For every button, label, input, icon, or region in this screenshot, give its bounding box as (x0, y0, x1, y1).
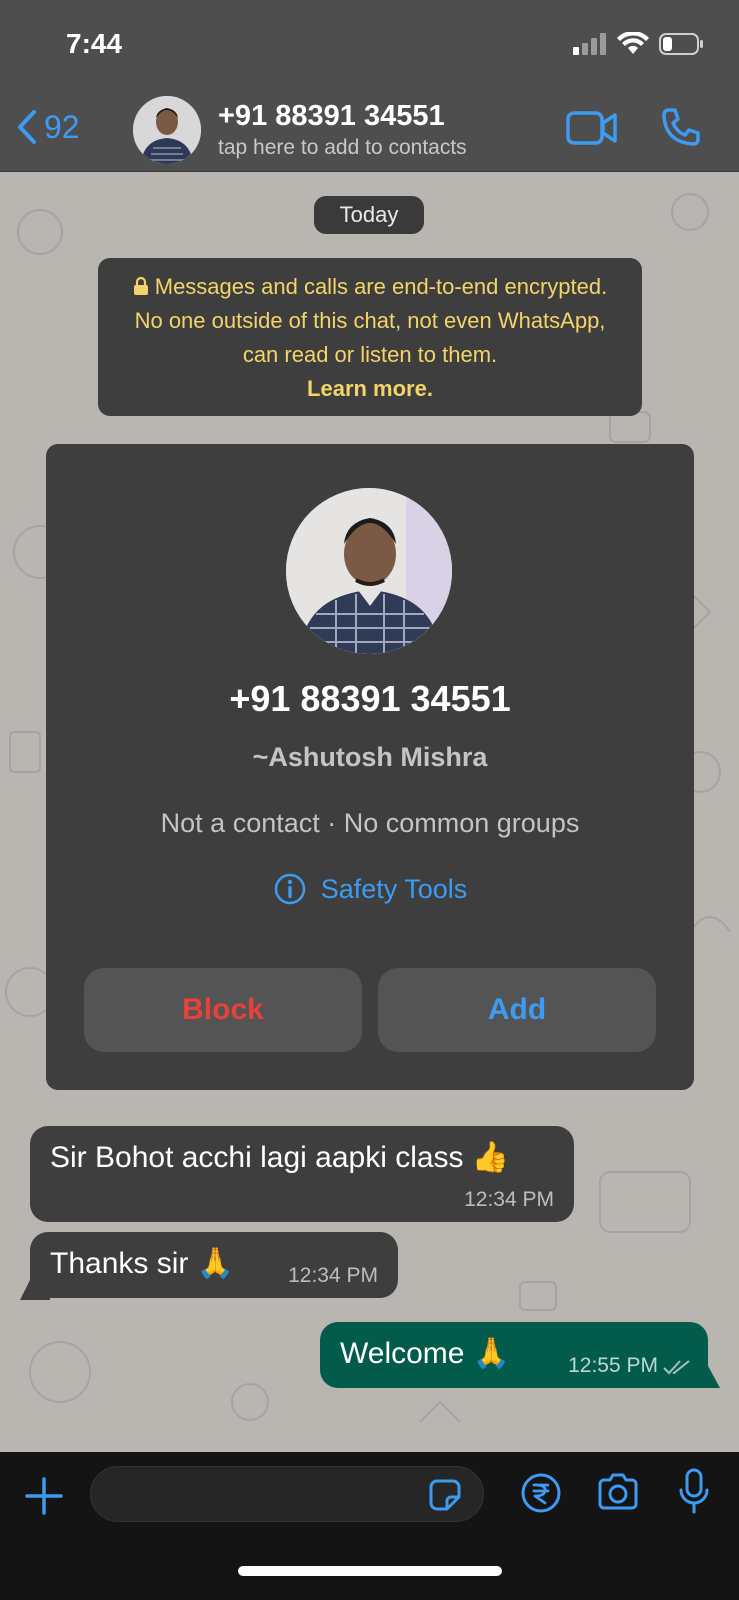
unread-count: 92 (44, 108, 80, 145)
message-text: Welcome 🙏 (340, 1337, 511, 1370)
safety-tools-label: Safety Tools (320, 873, 468, 904)
encryption-text: Messages and calls are end-to-end encryp… (134, 274, 608, 367)
message-text: Sir Bohot acchi lagi aapki class 👍 (50, 1141, 510, 1174)
message-text: Thanks sir 🙏 (50, 1247, 235, 1280)
contact-card: +91 88391 34551 ~Ashutosh Mishra Not a c… (46, 444, 694, 1090)
plus-icon[interactable] (24, 1476, 64, 1516)
home-indicator[interactable] (238, 1566, 502, 1576)
message-bubble-incoming[interactable]: Sir Bohot acchi lagi aapki class 👍 12:34… (30, 1126, 574, 1222)
wifi-icon (617, 32, 649, 54)
lock-icon (133, 276, 148, 295)
encryption-notice[interactable]: Messages and calls are end-to-end encryp… (98, 258, 642, 416)
back-button[interactable]: 92 (14, 108, 80, 146)
message-bubble-incoming[interactable]: Thanks sir 🙏 12:34 PM (30, 1232, 398, 1298)
message-input[interactable] (90, 1466, 484, 1522)
contact-meta: Not a contact · No common groups (160, 808, 580, 838)
message-time: 12:34 PM (288, 1264, 378, 1287)
info-icon (274, 873, 305, 905)
profile-photo-large (286, 488, 452, 654)
learn-more-link[interactable]: Learn more. (116, 372, 624, 406)
input-bar (0, 1452, 739, 1600)
contact-title[interactable]: +91 88391 34551 (218, 100, 445, 133)
contact-phone: +91 88391 34551 (229, 678, 511, 719)
date-chip: Today (314, 196, 424, 234)
video-call-icon[interactable] (566, 110, 618, 146)
phone-call-icon[interactable] (660, 106, 702, 148)
status-bar: 7:44 (0, 0, 739, 86)
contact-alias: ~Ashutosh Mishra (252, 742, 488, 772)
status-time: 7:44 (66, 28, 123, 59)
chevron-left-icon (18, 110, 36, 144)
status-icons (573, 32, 705, 56)
signal-icon (573, 33, 606, 55)
double-check-icon (663, 1360, 690, 1375)
payment-rupee-icon[interactable] (520, 1472, 562, 1514)
chat-header: 92 +91 88391 34551 tap here to add to co… (0, 86, 739, 172)
chat-area[interactable]: Today Messages and calls are end-to-end … (0, 172, 739, 1452)
profile-photo (133, 96, 201, 164)
contact-subtitle[interactable]: tap here to add to contacts (218, 136, 467, 160)
message-time: 12:55 PM (568, 1354, 658, 1377)
message-bubble-outgoing[interactable]: Welcome 🙏 12:55 PM (320, 1322, 708, 1388)
camera-icon[interactable] (596, 1472, 640, 1512)
block-button[interactable]: Block (84, 968, 362, 1052)
battery-icon (659, 33, 703, 55)
avatar[interactable] (133, 96, 201, 164)
microphone-icon[interactable] (678, 1468, 710, 1516)
message-time: 12:34 PM (464, 1188, 554, 1211)
safety-tools-link[interactable]: Safety Tools (46, 872, 694, 906)
contact-avatar[interactable] (286, 488, 452, 654)
add-contact-button[interactable]: Add (378, 968, 656, 1052)
sticker-icon[interactable] (427, 1477, 463, 1513)
